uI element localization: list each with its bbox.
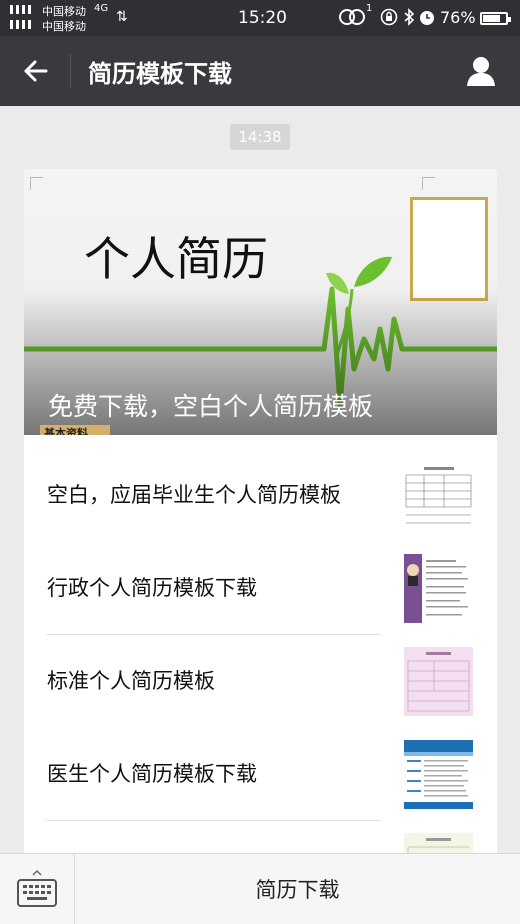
menu-button[interactable]: 简历下载 [75,854,520,924]
title-divider [70,54,71,88]
network-type: 4G [94,3,109,14]
article-item[interactable]: 行政个人简历模板下载 [24,542,497,635]
page-title: 简历模板下载 [88,60,232,88]
article-item[interactable]: 标准个人简历模板 [24,635,497,728]
article-card: 个人简历 基本资料 免费下载，空白个人简历模板 空白，应届毕业生个人简历模板 行… [24,169,497,869]
article-thumbnail [404,647,473,716]
article-title: 行政个人简历模板下载 [47,576,257,600]
person-icon [467,57,495,86]
back-arrow-icon [24,60,48,82]
article-thumbnail [404,554,473,623]
bottom-menu-bar: 简历下载 [0,853,520,924]
article-thumbnail [404,740,473,809]
signal-bars-icon [10,20,31,29]
carrier-name: 中国移动 [42,5,86,18]
lock-rotation-icon [380,8,398,30]
status-bar: 中国移动 4G 中国移动 ⇅ 15:20 1 76% [0,0,520,36]
article-title: 医生个人简历模板下载 [47,762,257,786]
bluetooth-icon [403,8,415,30]
keyboard-toggle-button[interactable] [0,854,75,924]
keyboard-icon [17,869,57,907]
hd-voice-icon [338,8,368,30]
article-title: 标准个人简历模板 [47,669,215,693]
cover-article[interactable]: 个人简历 基本资料 免费下载，空白个人简历模板 [24,169,497,435]
article-item[interactable]: 医生个人简历模板下载 [24,728,497,821]
cover-tag: 基本资料 [40,425,110,435]
battery-percent: 76% [440,8,476,27]
item-divider [46,820,381,821]
signal-bars-icon [10,5,31,14]
back-button[interactable] [14,51,56,91]
alarm-icon [418,8,436,30]
data-arrows-icon: ⇅ [116,9,128,25]
status-time: 15:20 [238,8,287,28]
article-item[interactable]: 空白，应届毕业生个人简历模板 [24,449,497,542]
carrier-name-2: 中国移动 [42,20,86,33]
article-title: 空白，应届毕业生个人简历模板 [47,483,341,507]
battery-icon [480,12,511,25]
profile-button[interactable] [460,50,502,92]
article-thumbnail [404,461,473,530]
cover-caption: 免费下载，空白个人简历模板 [48,392,374,421]
title-bar: 简历模板下载 [0,36,520,106]
hd-voice-badge: 1 [366,3,373,14]
message-timestamp: 14:38 [230,124,290,150]
